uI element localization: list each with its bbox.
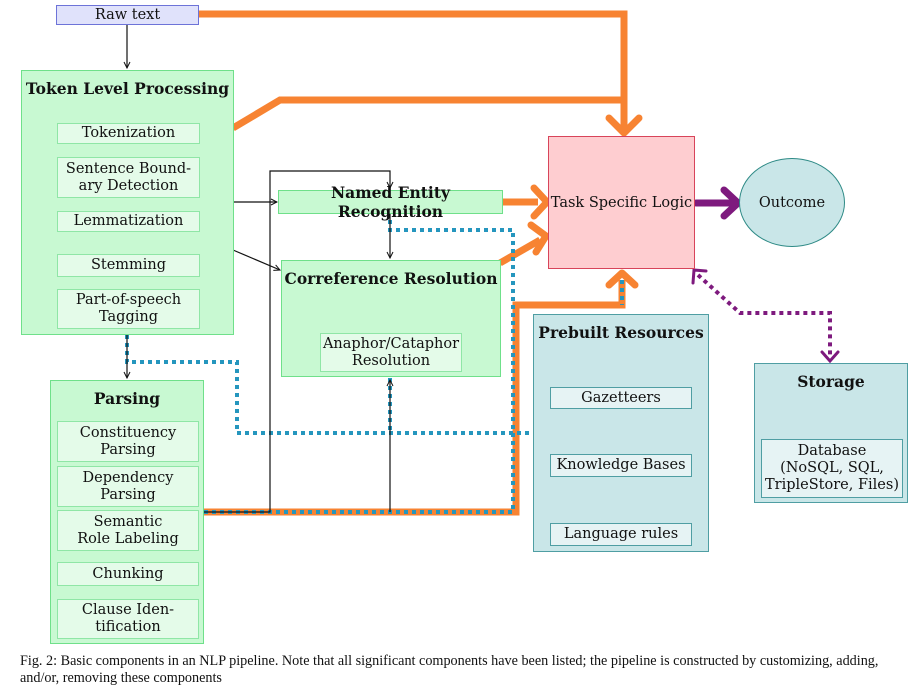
coref-item-anaphor-cataphor[interactable]: Anaphor/Cataphor Resolution — [320, 333, 462, 372]
ner-node[interactable]: Named Entity Recognition — [278, 183, 503, 221]
figure-caption: Fig. 2: Basic components in an NLP pipel… — [20, 653, 879, 686]
token-item-label: Sentence Bound- ary Detection — [65, 160, 192, 194]
token-item-label: Lemmatization — [73, 213, 184, 229]
token-item-label: Stemming — [90, 257, 167, 273]
parsing-title: Parsing — [93, 389, 161, 408]
parsing-item-label: Constituency Parsing — [79, 424, 177, 458]
edge-token-to-task — [231, 96, 624, 132]
purple-connector — [692, 186, 742, 220]
edge-coref-to-task — [498, 236, 542, 267]
token-item-pos-tagging[interactable]: Part-of-speech Tagging — [57, 289, 200, 329]
storage-item-label: Database (NoSQL, SQL, TripleStore, Files… — [765, 443, 899, 493]
parsing-item-semantic-role[interactable]: Semantic Role Labeling — [57, 510, 199, 551]
arrowhead-storage-task — [691, 268, 708, 285]
arrowhead-parsing-task — [605, 269, 639, 289]
storage-item-database[interactable]: Database (NoSQL, SQL, TripleStore, Files… — [761, 439, 903, 498]
token-item-label: Tokenization — [81, 125, 176, 141]
parsing-item-chunking[interactable]: Chunking — [57, 562, 199, 586]
outcome-node[interactable]: Outcome — [739, 158, 845, 247]
parsing-item-clause-identification[interactable]: Clause Iden- tification — [57, 599, 199, 639]
arrowhead-ner-task — [530, 184, 551, 220]
parsing-item-label: Clause Iden- tification — [81, 602, 175, 635]
arrowhead-storage — [820, 350, 840, 364]
prebuilt-item-knowledge-bases[interactable]: Knowledge Bases — [550, 454, 692, 477]
token-item-tokenization[interactable]: Tokenization — [57, 123, 200, 144]
coreference-resolution-group[interactable]: Correference Resolution Anaphor/Cataphor… — [281, 260, 501, 377]
arrowhead-raw-task — [605, 114, 643, 137]
purple-dotted-connector — [696, 273, 832, 356]
storage-group[interactable]: Storage Database (NoSQL, SQL, TripleStor… — [754, 363, 908, 503]
prebuilt-item-label: Knowledge Bases — [556, 457, 686, 473]
raw-text-node[interactable]: Raw text — [56, 5, 199, 25]
prebuilt-item-label: Gazetteers — [581, 389, 661, 406]
outcome-label: Outcome — [758, 194, 826, 211]
prebuilt-item-gazetteers[interactable]: Gazetteers — [550, 387, 692, 409]
task-specific-logic-label: Task Specific Logic — [550, 194, 693, 211]
task-specific-logic-node[interactable]: Task Specific Logic — [548, 136, 695, 269]
prebuilt-resources-group[interactable]: Prebuilt Resources Gazetteers Knowledge … — [533, 314, 709, 552]
token-level-title: Token Level Processing — [25, 79, 230, 98]
parsing-item-dependency[interactable]: Dependency Parsing — [57, 466, 199, 507]
ner-label: Named Entity Recognition — [330, 183, 450, 221]
prebuilt-title: Prebuilt Resources — [538, 323, 704, 342]
parsing-item-label: Semantic Role Labeling — [77, 513, 179, 547]
parsing-item-label: Dependency Parsing — [82, 469, 174, 503]
coref-item-label: Anaphor/Cataphor Resolution — [322, 335, 460, 369]
coreference-title: Correference Resolution — [284, 269, 498, 288]
raw-text-label: Raw text — [94, 7, 161, 23]
token-level-processing-group[interactable]: Token Level Processing Tokenization Sent… — [21, 70, 234, 335]
prebuilt-item-language-rules[interactable]: Language rules — [550, 523, 692, 546]
parsing-item-constituency[interactable]: Constituency Parsing — [57, 421, 199, 462]
token-item-stemming[interactable]: Stemming — [57, 254, 200, 277]
edge-raw-to-task — [198, 10, 628, 128]
token-item-lemmatization[interactable]: Lemmatization — [57, 211, 200, 232]
storage-title: Storage — [797, 372, 865, 391]
parsing-group[interactable]: Parsing Constituency Parsing Dependency … — [50, 380, 204, 644]
token-item-label: Part-of-speech Tagging — [75, 292, 182, 325]
arrowhead-outcome — [720, 186, 742, 220]
arrowhead-coref-task — [527, 221, 550, 256]
token-item-sentence-boundary[interactable]: Sentence Bound- ary Detection — [57, 157, 200, 198]
edge-token-coref — [232, 249, 280, 270]
parsing-item-label: Chunking — [92, 565, 164, 582]
prebuilt-item-label: Language rules — [563, 526, 679, 542]
